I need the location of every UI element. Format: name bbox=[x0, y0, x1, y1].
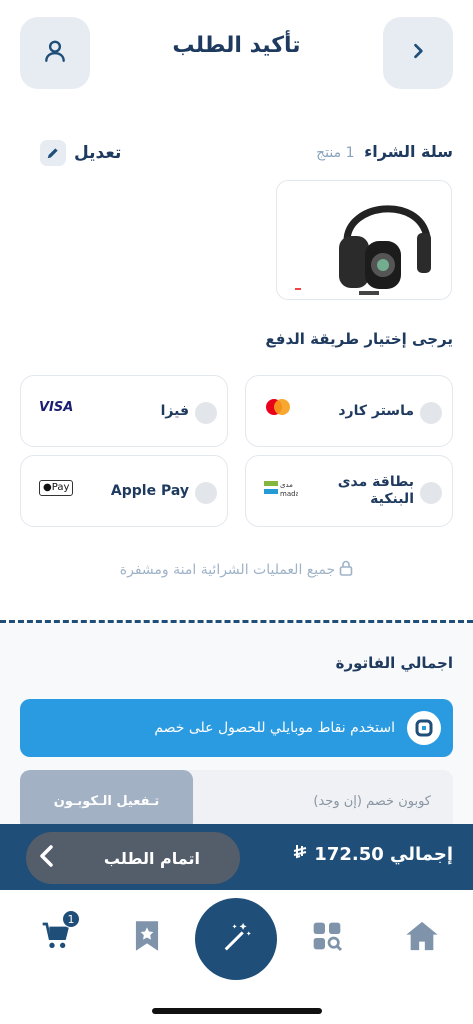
payment-title: يرجى إختيار طريقة الدفع bbox=[265, 330, 453, 348]
invoice-title: اجمالي الفاتورة bbox=[335, 654, 453, 672]
coupon-input[interactable] bbox=[193, 770, 453, 832]
radio-button[interactable] bbox=[195, 482, 217, 504]
apple-icon: ● bbox=[43, 482, 52, 493]
payment-label: فيزا bbox=[160, 403, 189, 419]
checkout-label: اتمام الطلب bbox=[103, 848, 200, 868]
edit-cart-button[interactable]: تعديل bbox=[40, 140, 121, 166]
checkout-button[interactable]: اتمام الطلب bbox=[26, 832, 240, 884]
cart-count: 1 منتج bbox=[316, 145, 355, 161]
home-indicator bbox=[152, 1008, 322, 1014]
payment-label-line2: البنكية bbox=[370, 491, 414, 507]
payment-option-apple-pay[interactable]: Apple Pay ●Pay bbox=[20, 455, 228, 527]
payment-label: ماستر كارد bbox=[338, 403, 414, 419]
riyal-icon bbox=[292, 844, 308, 865]
mada-logo-ar: مدى bbox=[280, 481, 293, 489]
payment-option-mada[interactable]: بطاقة مدى البنكية مدى mada bbox=[245, 455, 453, 527]
home-icon bbox=[405, 920, 439, 956]
total-bar: إجمالي 172.50 اتمام الطلب bbox=[0, 824, 473, 890]
payment-option-mastercard[interactable]: ماستر كارد bbox=[245, 375, 453, 447]
lock-icon bbox=[339, 560, 353, 580]
payment-option-visa[interactable]: فيزا VISA bbox=[20, 375, 228, 447]
radio-button[interactable] bbox=[420, 402, 442, 424]
header: تأكيد الطلب bbox=[0, 0, 473, 110]
nav-favorites[interactable] bbox=[125, 916, 169, 960]
chevron-right-icon bbox=[408, 41, 428, 65]
mastercard-logo bbox=[264, 398, 292, 420]
headphones-image bbox=[295, 205, 431, 295]
product-card[interactable] bbox=[276, 180, 452, 300]
use-points-button[interactable]: استخدم نقاط موبايلي للحصول على خصم bbox=[20, 699, 453, 757]
radio-button[interactable] bbox=[195, 402, 217, 424]
payment-label: Apple Pay bbox=[110, 483, 189, 499]
radio-button[interactable] bbox=[420, 482, 442, 504]
apple-pay-logo: ●Pay bbox=[39, 480, 74, 496]
pencil-icon bbox=[40, 140, 66, 166]
payment-label: بطاقة مدى البنكية bbox=[338, 474, 414, 508]
total-amount: إجمالي 172.50 bbox=[292, 844, 453, 865]
payment-label-line1: بطاقة مدى bbox=[337, 474, 414, 490]
magic-wand-icon bbox=[219, 920, 253, 958]
edit-label: تعديل bbox=[74, 143, 122, 163]
coupon-section: تـفعيل الـكوبـون bbox=[20, 770, 453, 832]
activate-coupon-button[interactable]: تـفعيل الـكوبـون bbox=[20, 770, 193, 832]
nav-cart[interactable]: 1 bbox=[34, 910, 80, 960]
use-points-label: استخدم نقاط موبايلي للحصول على خصم bbox=[154, 720, 395, 736]
nav-home[interactable] bbox=[400, 916, 444, 960]
cart-title-label: سلة الشراء bbox=[364, 142, 453, 161]
nav-categories[interactable] bbox=[305, 916, 349, 960]
grid-search-icon bbox=[311, 920, 343, 956]
magic-wand-button[interactable] bbox=[195, 898, 277, 980]
apple-pay-logo-text: Pay bbox=[51, 482, 70, 493]
mada-logo-en: mada bbox=[280, 490, 298, 498]
visa-logo: VISA bbox=[39, 400, 74, 415]
back-button[interactable] bbox=[383, 17, 453, 89]
cart-title: سلة الشراء 1 منتج bbox=[316, 142, 453, 161]
bottom-nav: 1 bbox=[0, 890, 473, 1024]
secure-note-text: جميع العمليات الشرائية امنة ومشفرة bbox=[119, 562, 336, 578]
cart-badge: 1 bbox=[62, 910, 80, 928]
secure-note: جميع العمليات الشرائية امنة ومشفرة bbox=[0, 560, 473, 580]
total-label: إجمالي bbox=[390, 844, 453, 865]
mobily-logo-icon bbox=[407, 711, 441, 745]
total-value: 172.50 bbox=[314, 844, 384, 865]
chevron-left-icon bbox=[38, 844, 56, 872]
bookmark-star-icon bbox=[132, 920, 162, 956]
cart-section: سلة الشراء 1 منتج تعديل bbox=[0, 140, 473, 170]
mada-logo: مدى mada bbox=[264, 478, 300, 504]
